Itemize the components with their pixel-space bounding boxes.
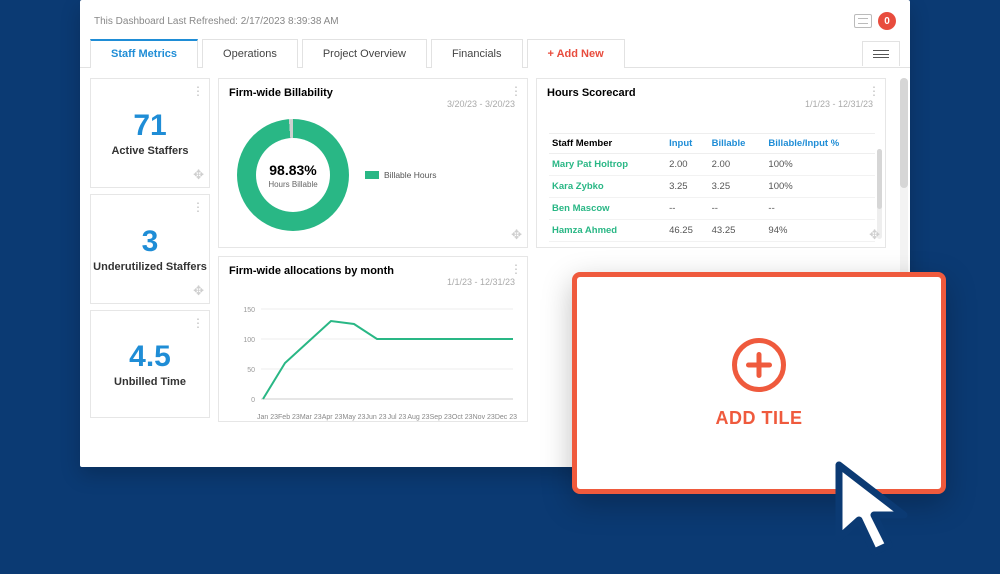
tile-title: Firm-wide allocations by month (219, 257, 527, 277)
kpi-value: 4.5 (91, 340, 209, 374)
tile-menu-icon[interactable]: ⋮ (510, 262, 521, 276)
kpi-unbilled-time[interactable]: ⋮ 4.5 Unbilled Time (90, 310, 210, 418)
tab-add-new[interactable]: + Add New (527, 39, 625, 68)
sliders-icon (873, 48, 889, 60)
tile-menu-icon[interactable]: ⋮ (192, 200, 203, 214)
kpi-active-staffers[interactable]: ⋮ 71 Active Staffers ✥ (90, 78, 210, 188)
tile-menu-icon[interactable]: ⋮ (192, 316, 203, 330)
svg-text:150: 150 (243, 307, 255, 314)
kpi-value: 3 (91, 225, 209, 259)
svg-text:50: 50 (247, 367, 255, 374)
tab-financials[interactable]: Financials (431, 39, 523, 68)
table-row[interactable]: Kara Zybko3.25 3.25100% (549, 176, 875, 198)
drag-handle-icon[interactable]: ✥ (511, 227, 522, 243)
tile-title: Hours Scorecard (537, 79, 885, 99)
table-row[interactable]: Hamza Ahmed46.25 43.2594% (549, 220, 875, 242)
col-input[interactable]: Input (666, 134, 709, 154)
donut-chart: 98.83% Hours Billable (237, 119, 349, 231)
donut-sublabel: Hours Billable (268, 180, 317, 189)
body-scrollbar-thumb[interactable] (900, 78, 908, 188)
tile-date-range: 3/20/23 - 3/20/23 (447, 99, 515, 109)
drag-handle-icon[interactable]: ✥ (193, 167, 204, 183)
add-tile-label: ADD TILE (716, 408, 803, 429)
tile-allocations[interactable]: ⋮ Firm-wide allocations by month 1/1/23 … (218, 256, 528, 422)
table-row[interactable]: Ben Mascow-- ---- (549, 198, 875, 220)
x-axis-labels: Jan 23Feb 23Mar 23Apr 23May 23Jun 23 Jul… (233, 414, 517, 421)
list-icon[interactable] (854, 14, 872, 28)
drag-handle-icon[interactable]: ✥ (869, 227, 880, 243)
tile-menu-icon[interactable]: ⋮ (868, 84, 879, 98)
svg-text:0: 0 (251, 397, 255, 404)
tile-menu-icon[interactable]: ⋮ (510, 84, 521, 98)
kpi-value: 71 (91, 109, 209, 143)
legend-label: Billable Hours (384, 170, 436, 180)
cursor-icon (834, 460, 924, 560)
tile-menu-icon[interactable]: ⋮ (192, 84, 203, 98)
tile-title: Firm-wide Billability (219, 79, 527, 99)
table-row[interactable]: Mary Pat Holtrop2.00 2.00100% (549, 154, 875, 176)
line-chart: 150 100 50 0 (233, 299, 518, 409)
tab-staff-metrics[interactable]: Staff Metrics (90, 39, 198, 68)
svg-text:100: 100 (243, 337, 255, 344)
header: This Dashboard Last Refreshed: 2/17/2023… (80, 0, 910, 38)
chart-legend: Billable Hours (365, 170, 436, 180)
tile-billability[interactable]: ⋮ Firm-wide Billability 3/20/23 - 3/20/2… (218, 78, 528, 248)
tab-project-overview[interactable]: Project Overview (302, 39, 427, 68)
kpi-label: Unbilled Time (91, 376, 209, 388)
kpi-label: Active Staffers (91, 145, 209, 157)
tab-operations[interactable]: Operations (202, 39, 298, 68)
last-refreshed: This Dashboard Last Refreshed: 2/17/2023… (94, 16, 339, 27)
donut-percent: 98.83% (269, 162, 316, 178)
tab-bar: Staff Metrics Operations Project Overvie… (80, 38, 910, 68)
tile-hours-scorecard[interactable]: ⋮ Hours Scorecard 1/1/23 - 12/31/23 Staf… (536, 78, 886, 248)
col-staff[interactable]: Staff Member (549, 134, 666, 154)
legend-swatch (365, 171, 379, 179)
kpi-label: Underutilized Staffers (91, 261, 209, 273)
kpi-underutilized-staffers[interactable]: ⋮ 3 Underutilized Staffers ✥ (90, 194, 210, 304)
filter-button[interactable] (862, 41, 900, 66)
col-pct[interactable]: Billable/Input % (765, 134, 875, 154)
plus-circle-icon (732, 338, 786, 392)
notification-badge[interactable]: 0 (878, 12, 896, 30)
col-billable[interactable]: Billable (709, 134, 766, 154)
header-actions: 0 (854, 12, 896, 30)
table-scrollbar[interactable] (877, 149, 882, 239)
drag-handle-icon[interactable]: ✥ (193, 283, 204, 299)
tile-date-range: 1/1/23 - 12/31/23 (447, 277, 515, 287)
scorecard-table: Staff Member Input Billable Billable/Inp… (549, 133, 875, 242)
